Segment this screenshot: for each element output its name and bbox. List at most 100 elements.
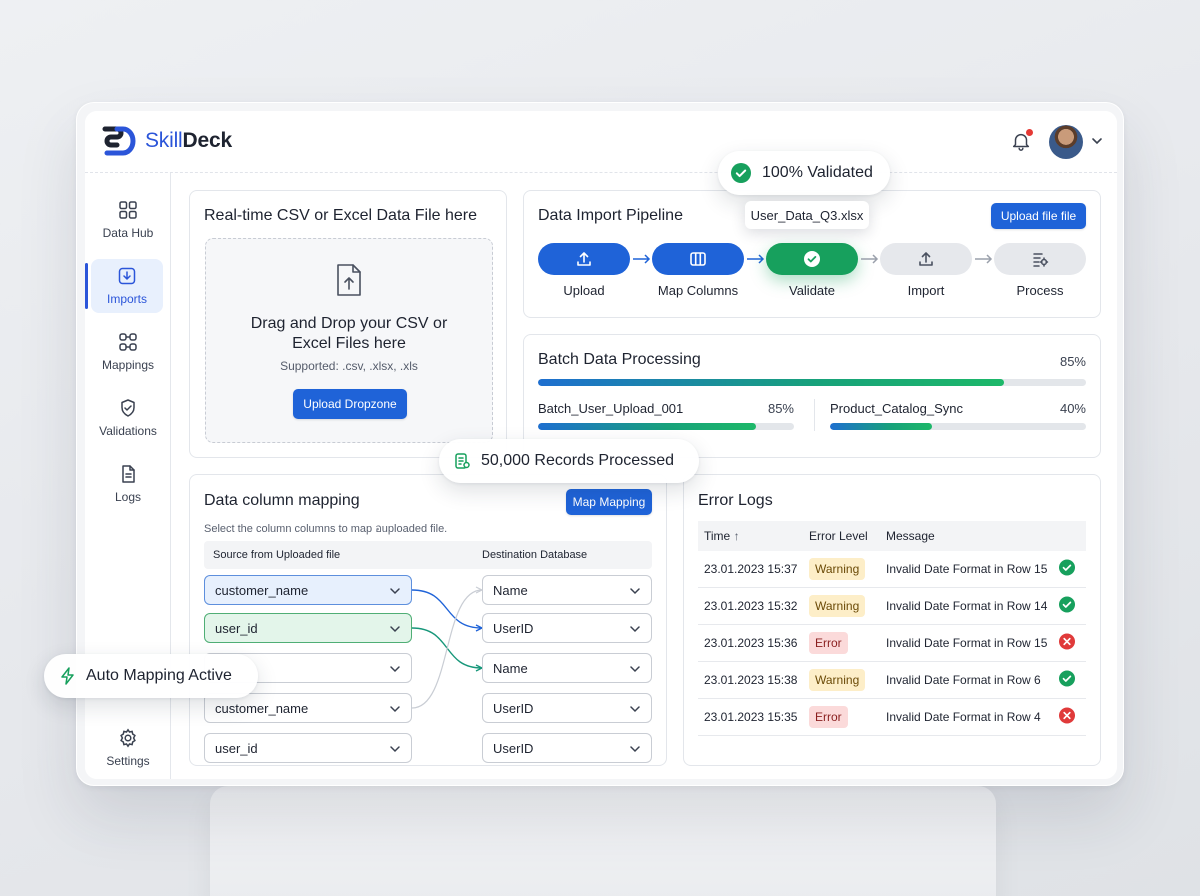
- dropzone-title: Drag and Drop your CSV or Excel Files he…: [250, 315, 448, 352]
- step-label: Process: [1016, 283, 1064, 298]
- upload-dropzone-button[interactable]: Upload Dropzone: [293, 389, 407, 419]
- app-logo[interactable]: SkillDeck: [101, 125, 232, 157]
- chevron-down-icon[interactable]: [1091, 135, 1103, 147]
- file-upload-icon: [337, 264, 361, 296]
- import-icon: [118, 267, 136, 285]
- error-time: 23.01.2023 15:32: [704, 599, 798, 613]
- destination-select[interactable]: Name: [482, 653, 652, 683]
- job-progress: [538, 423, 794, 430]
- error-time: 23.01.2023 15:38: [704, 673, 798, 687]
- error-message: Invalid Date Format in Row 15: [886, 562, 1048, 576]
- sidebar-item-settings[interactable]: Settings: [85, 721, 171, 775]
- source-select[interactable]: user_id: [204, 613, 412, 643]
- logo-icon: [102, 126, 136, 156]
- source-select[interactable]: user_id: [204, 733, 412, 763]
- status-resolved-icon: [1058, 670, 1076, 691]
- upload-card: Real-time CSV or Excel Data File here Dr…: [189, 190, 507, 458]
- destination-select[interactable]: UserID: [482, 733, 652, 763]
- step-process-pill[interactable]: [994, 243, 1086, 275]
- error-logs-card: Error Logs Time ↑ Error Level Message 23…: [683, 474, 1101, 766]
- arrow-right-icon: [633, 254, 651, 264]
- step-upload-pill[interactable]: [538, 243, 630, 275]
- error-row[interactable]: 23.01.2023 15:37 Warning Invalid Date Fo…: [698, 551, 1086, 588]
- upload-file-button[interactable]: Upload file file: [991, 203, 1086, 229]
- sidebar-item-imports[interactable]: Imports: [85, 259, 163, 313]
- column-mapping-card: Data column mapping Select the column co…: [189, 474, 667, 766]
- chevron-down-icon: [390, 588, 400, 595]
- user-avatar[interactable]: [1049, 125, 1083, 159]
- check-circle-icon: [731, 163, 751, 183]
- error-message: Invalid Date Format in Row 4: [886, 710, 1041, 724]
- notification-dot: [1026, 129, 1033, 136]
- step-validate-pill[interactable]: [766, 243, 858, 275]
- sidebar-item-validations[interactable]: Validations: [85, 391, 171, 445]
- error-time: 23.01.2023 15:35: [704, 710, 798, 724]
- job-name: Batch_User_Upload_001: [538, 401, 684, 416]
- error-level-badge: Error: [809, 632, 848, 654]
- error-message: Invalid Date Format in Row 15: [886, 636, 1048, 650]
- status-failed-icon: [1058, 633, 1076, 654]
- step-label: Map Columns: [657, 283, 739, 298]
- pipeline-title: Data Import Pipeline: [538, 207, 683, 224]
- sidebar-item-logs[interactable]: Logs: [85, 457, 171, 511]
- file-dropzone[interactable]: Drag and Drop your CSV or Excel Files he…: [205, 238, 493, 443]
- process-settings-icon: [1033, 253, 1049, 267]
- sidebar-item-label: Logs: [114, 490, 142, 504]
- chevron-down-icon: [630, 588, 640, 595]
- chevron-down-icon: [630, 666, 640, 673]
- app-name: SkillDeck: [145, 129, 232, 153]
- records-icon: [455, 453, 470, 469]
- column-header-message: Message: [886, 529, 935, 543]
- notifications-button[interactable]: [1010, 129, 1034, 155]
- step-map-columns-pill[interactable]: [652, 243, 744, 275]
- auto-mapping-callout: Auto Mapping Active: [44, 654, 258, 698]
- job-percent: 40%: [1059, 401, 1086, 416]
- error-message: Invalid Date Format in Row 6: [886, 673, 1041, 687]
- error-row[interactable]: 23.01.2023 15:36 Error Invalid Date Form…: [698, 625, 1086, 662]
- step-label: Import: [907, 283, 945, 298]
- progress-fill: [538, 379, 1004, 386]
- document-icon: [122, 465, 135, 483]
- sidebar-item-data-hub[interactable]: Data Hub: [85, 193, 171, 247]
- error-message: Invalid Date Format in Row 14: [886, 599, 1048, 613]
- destination-select[interactable]: UserID: [482, 613, 652, 643]
- job-name: Product_Catalog_Sync: [830, 401, 963, 416]
- error-logs-title: Error Logs: [698, 492, 773, 509]
- source-select-value: customer_name: [215, 582, 309, 598]
- error-row[interactable]: 23.01.2023 15:32 Warning Invalid Date Fo…: [698, 588, 1086, 625]
- chevron-down-icon: [390, 666, 400, 673]
- error-level-badge: Warning: [809, 669, 866, 691]
- source-select[interactable]: customer_name: [204, 575, 412, 605]
- gear-icon: [120, 728, 136, 748]
- column-header-time[interactable]: Time ↑: [704, 529, 740, 543]
- error-time: 23.01.2023 15:37: [704, 562, 798, 576]
- chevron-down-icon: [630, 746, 640, 753]
- destination-select-value: UserID: [493, 620, 534, 636]
- divider: [814, 399, 815, 431]
- records-processed-text: 50,000 Records Processed: [481, 452, 674, 469]
- error-row[interactable]: 23.01.2023 15:35 Error Invalid Date Form…: [698, 699, 1086, 736]
- column-header-level: Error Level: [809, 529, 868, 543]
- batch-title: Batch Data Processing: [538, 351, 701, 368]
- error-table-header: Time ↑ Error Level Message: [698, 521, 1086, 551]
- arrow-right-icon: [975, 254, 993, 264]
- chevron-down-icon: [630, 706, 640, 713]
- step-import-pill[interactable]: [880, 243, 972, 275]
- error-level-badge: Warning: [809, 558, 866, 580]
- upload-card-title: Real-time CSV or Excel Data File here: [204, 207, 477, 224]
- source-select-value: user_id: [215, 620, 258, 636]
- destination-select[interactable]: UserID: [482, 693, 652, 723]
- error-row[interactable]: 23.01.2023 15:38 Warning Invalid Date Fo…: [698, 662, 1086, 699]
- validated-callout-text: 100% Validated: [762, 164, 873, 181]
- arrow-right-icon: [747, 254, 765, 264]
- arrow-right-icon: [861, 254, 879, 264]
- destination-select[interactable]: Name: [482, 575, 652, 605]
- sidebar-item-mappings[interactable]: Mappings: [85, 325, 171, 379]
- records-processed-callout: 50,000 Records Processed: [439, 439, 699, 483]
- sidebar-item-label: Mappings: [101, 358, 155, 372]
- chevron-down-icon: [390, 706, 400, 713]
- destination-select-value: Name: [493, 582, 528, 598]
- top-bar: SkillDeck: [85, 111, 1117, 173]
- sidebar-item-label: Validations: [99, 424, 157, 438]
- column-header-time-label: Time: [704, 529, 731, 543]
